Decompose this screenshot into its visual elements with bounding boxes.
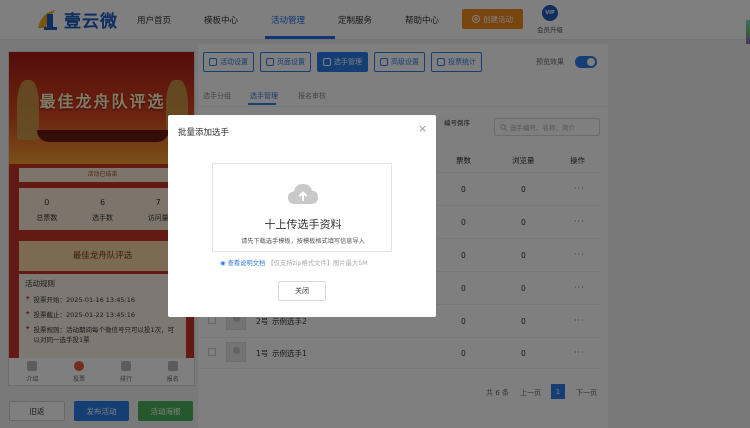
view-docs-link[interactable]: ◉ 查看说明文档 [220,260,265,267]
upload-title: 十上传选手资料 [264,218,342,231]
upload-dropzone[interactable]: 十上传选手资料 请先下载选手模板，按模板格式填写信息导入 [212,163,392,252]
upload-format-hint: 【仅支持zip格式文件】图片最大5M [267,260,368,267]
close-icon[interactable]: × [418,122,427,135]
batch-add-modal: 批量添加选手 × 十上传选手资料 请先下载选手模板，按模板格式填写信息导入 ◉ … [168,115,436,317]
cloud-upload-icon [288,184,318,204]
modal-title: 批量添加选手 [178,128,230,138]
modal-close-button[interactable]: 关闭 [278,281,326,301]
help-line: ◉ 查看说明文档 【仅支持zip格式文件】图片最大5M [220,258,368,267]
upload-instructions: 请先下载选手模板，按模板格式填写信息导入 [241,238,365,245]
eye-icon: ◉ [220,260,226,267]
